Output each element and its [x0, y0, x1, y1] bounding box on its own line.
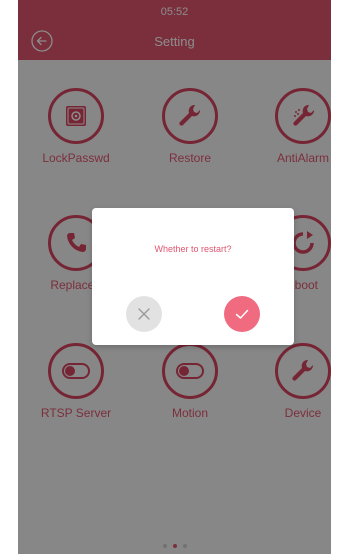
restart-dialog: Whether to restart?	[92, 208, 294, 345]
check-icon	[235, 309, 249, 319]
app-screen: 05:52 Setting LockPasswd Restore AntiAla…	[18, 0, 331, 554]
dialog-message: Whether to restart?	[154, 244, 232, 254]
close-icon	[138, 308, 150, 320]
cancel-button[interactable]	[126, 296, 162, 332]
confirm-button[interactable]	[224, 296, 260, 332]
